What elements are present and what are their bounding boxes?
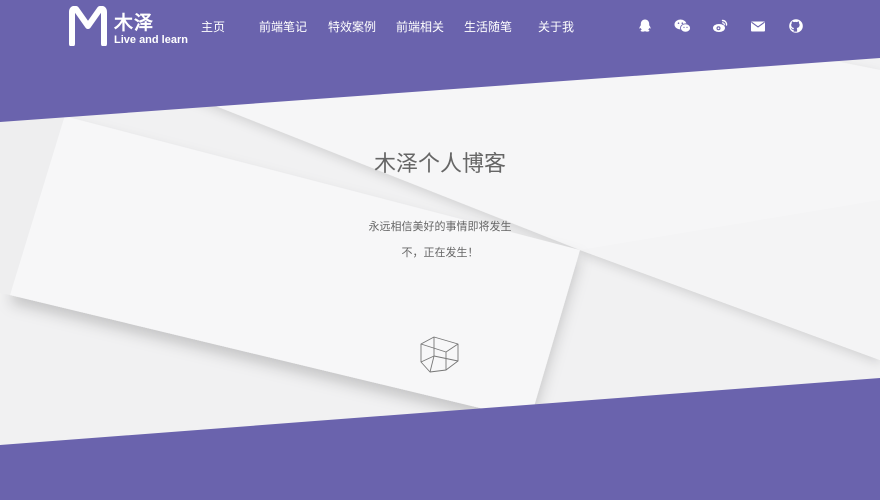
hero-title: 木泽个人博客 [373,152,506,177]
nav-home[interactable]: 主页 [201,18,225,35]
logo-m-icon [69,6,107,46]
site-logo[interactable]: 木泽 Live and learn [68,6,188,50]
hero-subtitle-line2: 不，正在发生！ [401,246,479,259]
qq-icon[interactable] [637,18,653,34]
brand-name: 木泽 [114,12,155,34]
site-header: 木泽 Live and learn 主页 前端笔记 特效案例 前端相关 生活随笔… [0,0,880,60]
nav-frontend-related[interactable]: 前端相关 [396,18,444,35]
brand-tagline: Live and learn [114,34,188,46]
nav-life-essays[interactable]: 生活随笔 [464,18,512,35]
email-icon[interactable] [750,18,766,34]
weibo-icon[interactable] [712,18,728,34]
hero-stage: 木泽 Live and learn 主页 前端笔记 特效案例 前端相关 生活随笔… [0,0,880,500]
nav-effect-cases[interactable]: 特效案例 [328,18,376,35]
wechat-icon[interactable] [674,18,691,34]
hero-subtitle-line1: 永远相信美好的事情即将发生 [368,220,512,233]
github-icon[interactable] [788,18,804,34]
cube-logo-icon [420,336,459,373]
nav-frontend-notes[interactable]: 前端笔记 [259,18,307,35]
nav-about-me[interactable]: 关于我 [538,18,574,35]
